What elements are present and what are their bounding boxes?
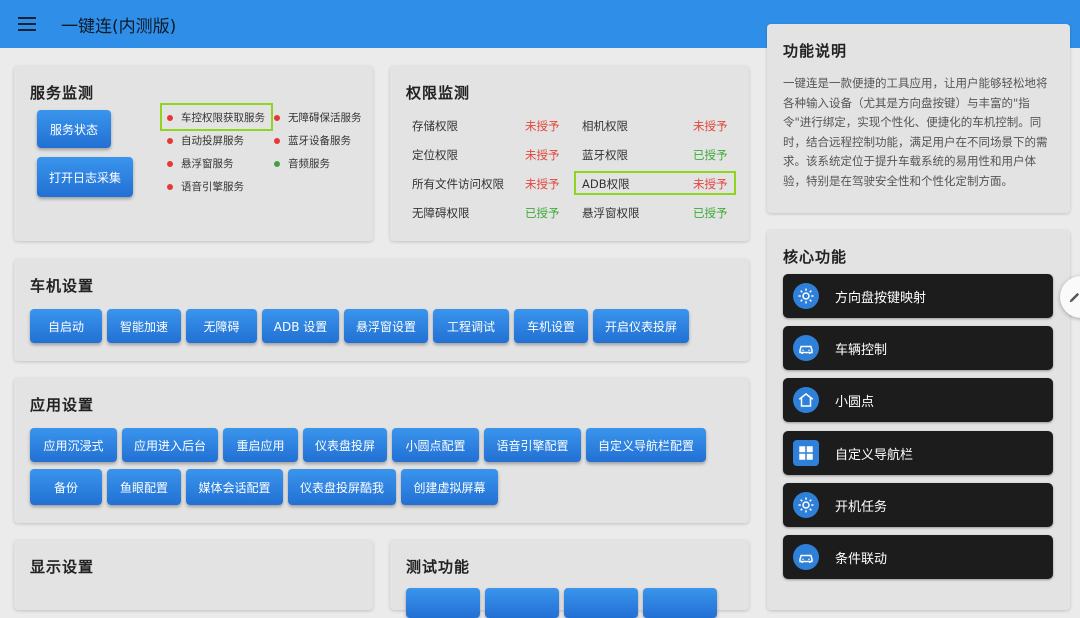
voice-engine-config-button[interactable]: 语音引擎配置	[484, 428, 581, 462]
gear-icon	[793, 492, 819, 518]
test-functions-title: 测试功能	[406, 558, 471, 576]
engineering-debug-button[interactable]: 工程调试	[433, 309, 509, 343]
function-description-card: 功能说明 一键连是一款便捷的工具应用，让用户能够轻松地将各种输入设备（尤其是方向…	[767, 24, 1070, 213]
permission-status: 未授予	[693, 177, 728, 191]
floating-dot-button[interactable]: 小圆点	[783, 378, 1053, 422]
service-item: 自动投屏服务	[167, 133, 244, 148]
core-function-label: 自定义导航栏	[835, 447, 914, 463]
app-settings-title: 应用设置	[30, 396, 95, 414]
status-dot	[274, 137, 280, 144]
core-function-label: 小圆点	[835, 394, 875, 410]
condition-linkage-button[interactable]: 条件联动	[783, 535, 1053, 579]
permission-name: 无障碍权限	[412, 206, 470, 220]
core-functions-title: 核心功能	[783, 248, 848, 266]
permission-name: ADB权限	[582, 177, 630, 191]
function-description-text: 一键连是一款便捷的工具应用，让用户能够轻松地将各种输入设备（尤其是方向盘按键）与…	[783, 76, 1048, 188]
overlay-settings-button[interactable]: 悬浮窗设置	[344, 309, 428, 343]
permission-name: 所有文件访问权限	[412, 177, 504, 191]
test-functions-card: 测试功能	[390, 540, 749, 618]
create-virtual-screen-button[interactable]: 创建虚拟屏幕	[401, 469, 498, 505]
permission-status: 未授予	[693, 119, 728, 133]
car-settings-title: 车机设置	[30, 277, 95, 295]
service-item: 车控权限获取服务	[167, 110, 265, 125]
car-settings-card: 车机设置 自启动 智能加速 无障碍 ADB 设置 悬浮窗设置 工程调试 车机设置…	[14, 259, 749, 361]
permission-status: 已授予	[693, 148, 728, 162]
permission-name: 悬浮窗权限	[582, 206, 640, 220]
permission-status: 已授予	[525, 206, 560, 220]
service-status-button[interactable]: 服务状态	[37, 110, 111, 148]
service-item: 音频服务	[274, 156, 330, 171]
permission-status: 未授予	[525, 177, 560, 191]
status-dot	[274, 114, 280, 121]
permission-monitor-title: 权限监测	[406, 84, 471, 102]
core-function-label: 车辆控制	[835, 342, 888, 358]
core-function-label: 方向盘按键映射	[835, 290, 927, 306]
restart-app-button[interactable]: 重启应用	[223, 428, 298, 462]
boot-task-button[interactable]: 开机任务	[783, 483, 1053, 527]
service-item: 无障碍保活服务	[274, 110, 362, 125]
media-session-config-button[interactable]: 媒体会话配置	[186, 469, 283, 505]
status-dot	[167, 183, 173, 190]
custom-navbar-config-button[interactable]: 自定义导航栏配置	[586, 428, 706, 462]
core-function-label: 开机任务	[835, 499, 888, 515]
app-title: 一键连(内测版)	[61, 16, 177, 37]
home-icon	[793, 387, 819, 413]
gear-icon	[793, 283, 819, 309]
service-monitor-title: 服务监测	[30, 84, 95, 102]
open-log-button[interactable]: 打开日志采集	[37, 157, 133, 197]
status-dot	[167, 114, 173, 121]
status-dot	[274, 160, 280, 167]
function-description-title: 功能说明	[783, 42, 848, 60]
dot-config-button[interactable]: 小圆点配置	[392, 428, 479, 462]
pencil-icon	[1069, 292, 1080, 303]
service-item: 悬浮窗服务	[167, 156, 234, 171]
car-icon	[793, 335, 819, 361]
cluster-cast-button[interactable]: 仪表盘投屏	[303, 428, 387, 462]
accessibility-button[interactable]: 无障碍	[186, 309, 257, 343]
custom-navbar-button[interactable]: 自定义导航栏	[783, 431, 1053, 475]
permission-name: 蓝牙权限	[582, 148, 628, 162]
fisheye-config-button[interactable]: 鱼眼配置	[107, 469, 181, 505]
permission-status: 已授予	[693, 206, 728, 220]
permission-status: 未授予	[525, 148, 560, 162]
autostart-button[interactable]: 自启动	[30, 309, 102, 343]
vehicle-control-button[interactable]: 车辆控制	[783, 326, 1053, 370]
steering-key-mapping-button[interactable]: 方向盘按键映射	[783, 274, 1053, 318]
immersive-button[interactable]: 应用沉浸式	[30, 428, 117, 462]
car-icon	[793, 544, 819, 570]
open-cluster-cast-button[interactable]: 开启仪表投屏	[593, 309, 689, 343]
permission-name: 定位权限	[412, 148, 458, 162]
status-dot	[167, 160, 173, 167]
menu-icon[interactable]	[18, 17, 36, 31]
service-item: 蓝牙设备服务	[274, 133, 351, 148]
permission-name: 存储权限	[412, 119, 458, 133]
app-settings-card: 应用设置 应用沉浸式 应用进入后台 重启应用 仪表盘投屏 小圆点配置 语音引擎配…	[14, 378, 749, 523]
display-settings-title: 显示设置	[30, 558, 95, 576]
background-button[interactable]: 应用进入后台	[122, 428, 218, 462]
car-settings-button[interactable]: 车机设置	[514, 309, 588, 343]
display-settings-card: 显示设置	[14, 540, 373, 610]
permission-monitor-card: 权限监测 存储权限 未授予 相机权限 未授予 定位权限 未授予 蓝牙权限 已授予…	[390, 66, 749, 241]
grid-icon	[793, 440, 819, 466]
permission-status: 未授予	[525, 119, 560, 133]
backup-button[interactable]: 备份	[30, 469, 102, 505]
core-function-label: 条件联动	[835, 551, 888, 567]
service-monitor-card: 服务监测 服务状态 打开日志采集 车控权限获取服务 无障碍保活服务 自动投屏服务…	[14, 66, 373, 241]
core-functions-card: 核心功能 方向盘按键映射 车辆控制 小圆点 自定义导航栏 开机任务 条件联动	[767, 230, 1070, 610]
permission-name: 相机权限	[582, 119, 628, 133]
status-dot	[167, 137, 173, 144]
adb-settings-button[interactable]: ADB 设置	[262, 309, 339, 343]
service-item: 语音引擎服务	[167, 179, 244, 194]
smart-accel-button[interactable]: 智能加速	[107, 309, 181, 343]
cluster-cast-kuwo-button[interactable]: 仪表盘投屏酷我	[288, 469, 396, 505]
